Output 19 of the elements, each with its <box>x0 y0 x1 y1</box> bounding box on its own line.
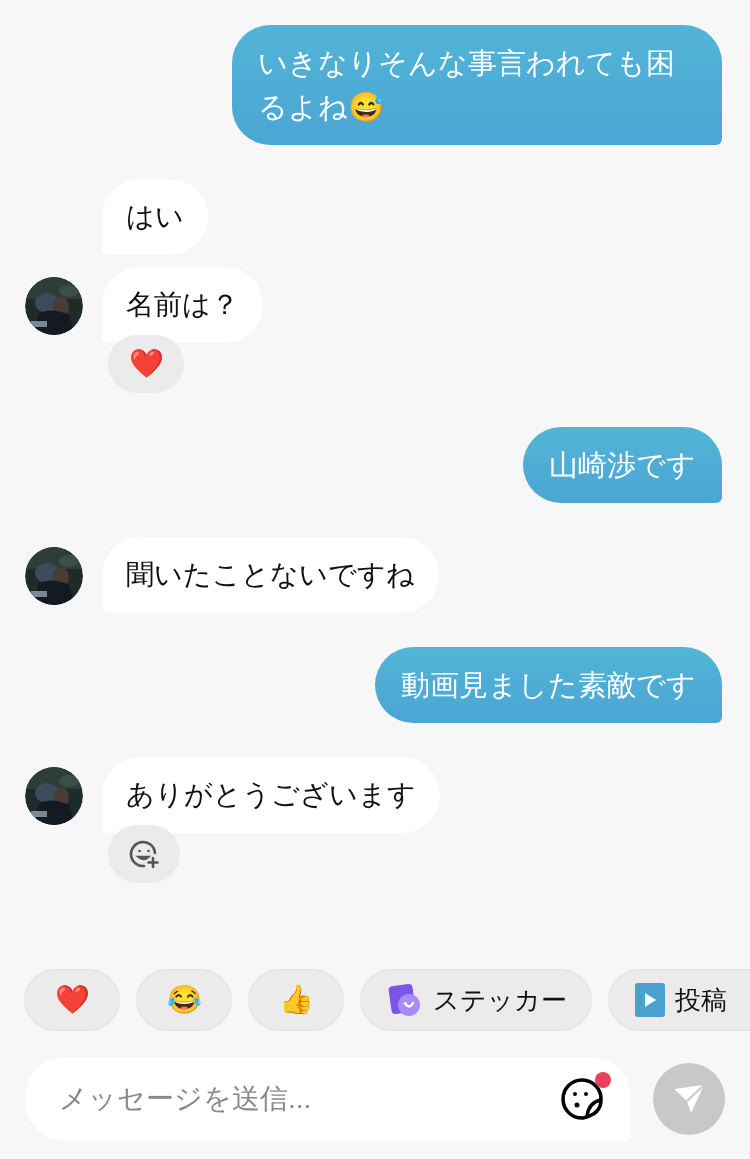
message-field[interactable]: メッセージを送信... <box>25 1057 631 1141</box>
sent-message-bubble: 動画見ました素敵です <box>375 647 722 723</box>
post-chip[interactable]: 投稿 <box>608 969 750 1031</box>
message-input-field[interactable]: メッセージを送信... <box>59 1078 559 1120</box>
quick-reaction-chip[interactable]: ❤ <box>24 969 120 1031</box>
sticker-button[interactable] <box>559 1076 605 1122</box>
sticker-chip[interactable]: ステッカー <box>360 969 592 1031</box>
add-reaction-button[interactable] <box>108 825 180 883</box>
play-icon <box>635 983 665 1017</box>
received-message-bubble: ありがとうございます <box>102 757 440 833</box>
received-message-bubble: 聞いたことないですね <box>102 537 439 613</box>
received-message-bubble: はい <box>102 179 208 255</box>
reaction-badge[interactable]: ❤ <box>108 335 184 393</box>
add-emoji-icon <box>128 838 160 870</box>
received-message-bubble: 名前は？ <box>102 267 263 343</box>
sent-message-bubble: 山崎渉です <box>523 427 722 503</box>
sticker-face-icon <box>559 1076 605 1122</box>
sent-message-bubble: いきなりそんな事言われても困るよね😅 <box>232 25 722 145</box>
sticker-icon <box>387 982 423 1018</box>
